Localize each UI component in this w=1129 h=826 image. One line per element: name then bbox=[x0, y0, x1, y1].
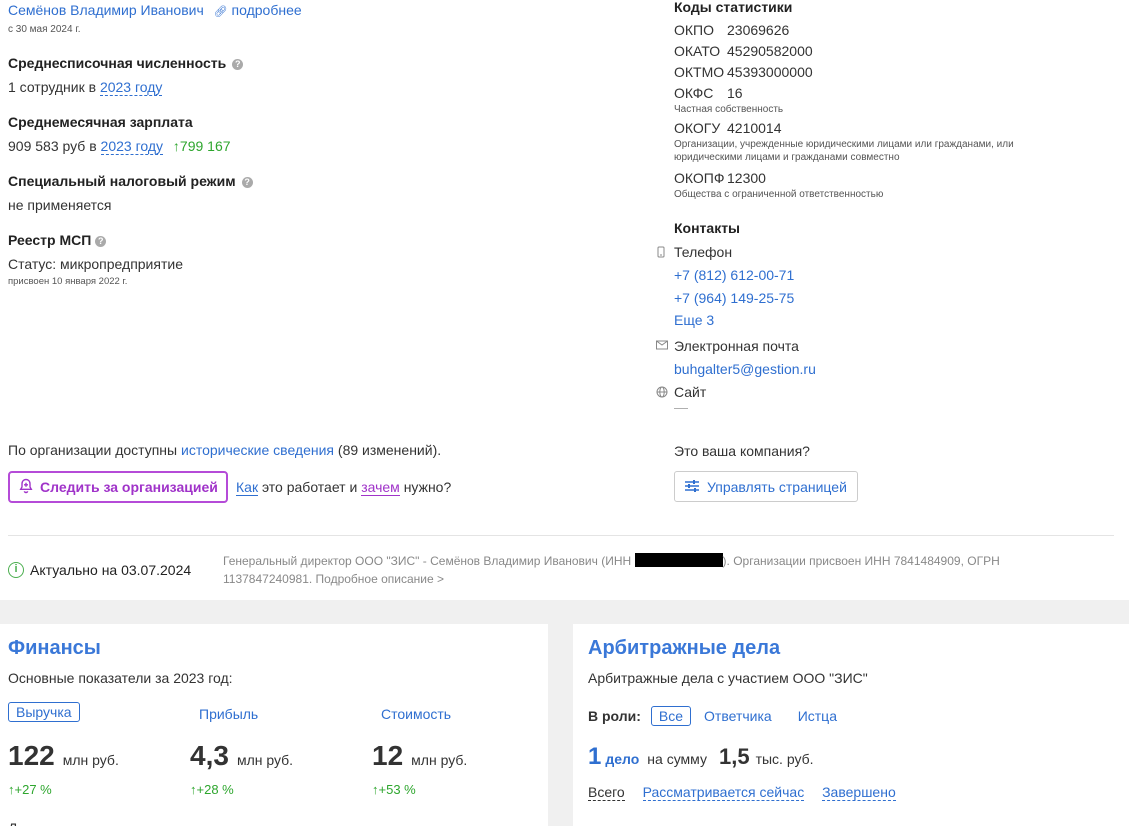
code-row-okato: ОКАТО 45290582000 bbox=[674, 42, 813, 59]
arbitration-card: Арбитражные дела Арбитражные дела с учас… bbox=[573, 624, 1129, 826]
tab-profit[interactable]: Прибыль bbox=[199, 706, 258, 722]
role-tab-all[interactable]: Все bbox=[650, 706, 692, 726]
director-more-label: подробнее bbox=[231, 2, 302, 18]
arbitration-title[interactable]: Арбитражные дела bbox=[588, 637, 780, 660]
tab-revenue[interactable]: Выручка bbox=[8, 702, 80, 722]
how-link[interactable]: Как bbox=[236, 479, 259, 496]
divider bbox=[8, 535, 1114, 536]
finance-title[interactable]: Финансы bbox=[8, 637, 101, 660]
metric-revenue-change: ↑+27 % bbox=[8, 782, 52, 797]
more-phones-link[interactable]: Еще 3 bbox=[674, 312, 714, 328]
salary-change: ↑799 167 bbox=[172, 138, 231, 154]
role-tab-defendant[interactable]: Ответчика bbox=[697, 707, 779, 725]
company-info-section: Семёнов Владимир Иванович 🔗︎ подробнее с… bbox=[0, 0, 1129, 600]
status-filter: Всего Рассматривается сейчас Завершено bbox=[588, 784, 896, 801]
follow-button[interactable]: Следить за организацией bbox=[8, 471, 228, 503]
msp-title: Реестр МСП bbox=[8, 232, 92, 248]
history-prefix: По организации доступны bbox=[8, 442, 178, 458]
role-filter: В роли: Все Ответчика Истца bbox=[588, 706, 844, 726]
director-since: с 30 мая 2024 г. bbox=[8, 24, 81, 35]
code-row-okfs: ОКФС 16 bbox=[674, 84, 743, 101]
metric-value: 12 млн руб. bbox=[372, 740, 468, 771]
metric-value-change: ↑+53 % bbox=[372, 782, 416, 797]
filter-completed[interactable]: Завершено bbox=[822, 784, 896, 801]
follow-button-label: Следить за организацией bbox=[40, 479, 218, 495]
cases-count[interactable]: 1 bbox=[588, 743, 601, 771]
okogu-desc: Организации, учрежденные юридическими ли… bbox=[674, 139, 1014, 163]
tax-title: Специальный налоговый режим bbox=[8, 173, 236, 189]
actual-date: i Актуально на 03.07.2024 bbox=[8, 562, 191, 578]
redacted-inn bbox=[634, 553, 723, 567]
roles-label: В роли: bbox=[588, 708, 641, 724]
arbitration-subtitle: Арбитражные дела с участием ООО "ЗИС" bbox=[588, 670, 868, 686]
filter-in-progress[interactable]: Рассматривается сейчас bbox=[642, 784, 805, 801]
code-row-okpo: ОКПО 23069626 bbox=[674, 21, 790, 38]
msp-assigned: присвоен 10 января 2022 г. bbox=[8, 276, 128, 287]
bell-plus-icon bbox=[18, 478, 34, 497]
cases-sum: 1,5 bbox=[718, 744, 750, 769]
history-link[interactable]: исторические сведения bbox=[181, 442, 334, 458]
okopf-desc: Общества с ограниченной ответственностью bbox=[674, 189, 884, 200]
metric-profit-change: ↑+28 % bbox=[190, 782, 234, 797]
phone-label: Телефон bbox=[674, 244, 733, 260]
history-suffix: (89 изменений). bbox=[337, 442, 442, 458]
email-link[interactable]: buhgalter5@gestion.ru bbox=[674, 361, 816, 377]
finance-cut-text: Д bbox=[8, 820, 17, 826]
director-more-link[interactable]: 🔗︎ подробнее bbox=[214, 2, 302, 18]
follow-end-text: нужно? bbox=[403, 479, 452, 495]
metric-revenue: 122 млн руб. bbox=[8, 740, 119, 771]
actual-date-label: Актуально на 03.07.2024 bbox=[30, 562, 192, 578]
cases-sum-label: на сумму bbox=[647, 751, 707, 767]
code-row-oktmo: ОКТМО 45393000000 bbox=[674, 63, 813, 80]
phone-link-2[interactable]: +7 (964) 149-25-75 bbox=[674, 290, 794, 306]
metric-profit: 4,3 млн руб. bbox=[190, 740, 294, 771]
site-value: — bbox=[674, 399, 688, 411]
stat-codes-title: Коды статистики bbox=[674, 0, 793, 15]
email-label: Электронная почта bbox=[674, 338, 799, 354]
okfs-desc: Частная собственность bbox=[674, 104, 784, 115]
finance-card: Финансы Основные показатели за 2023 год:… bbox=[0, 624, 548, 826]
help-icon[interactable]: ? bbox=[241, 177, 253, 188]
code-row-okopf: ОКОПФ 12300 bbox=[674, 169, 766, 186]
why-link[interactable]: зачем bbox=[361, 479, 400, 496]
headcount-value: 1 сотрудник в bbox=[8, 79, 97, 95]
headcount-year-link[interactable]: 2023 году bbox=[99, 79, 163, 96]
phone-icon bbox=[656, 246, 668, 258]
role-tab-plaintiff[interactable]: Истца bbox=[791, 707, 844, 725]
filter-all[interactable]: Всего bbox=[588, 784, 625, 801]
help-icon[interactable]: ? bbox=[95, 236, 107, 247]
manage-page-button[interactable]: Управлять страницей bbox=[674, 471, 858, 502]
globe-icon bbox=[656, 386, 668, 398]
salary-year-link[interactable]: 2023 году bbox=[100, 138, 164, 155]
follow-mid-text: это работает и bbox=[261, 479, 358, 495]
tax-value: не применяется bbox=[8, 197, 112, 213]
phone-link-1[interactable]: +7 (812) 612-00-71 bbox=[674, 267, 794, 283]
cases-count-unit[interactable]: дело bbox=[605, 751, 639, 767]
code-row-okogu: ОКОГУ 4210014 bbox=[674, 119, 782, 136]
info-icon: i bbox=[8, 562, 24, 578]
manage-page-label: Управлять страницей bbox=[707, 478, 847, 495]
company-description-note: Генеральный директор ООО "ЗИС" - Семёнов… bbox=[223, 553, 1000, 586]
msp-status: Статус: микропредприятие bbox=[8, 256, 183, 272]
mail-icon bbox=[656, 340, 668, 352]
help-icon[interactable]: ? bbox=[232, 59, 244, 70]
cases-summary: 1 дело на сумму 1,5 тыс. руб. bbox=[588, 743, 814, 771]
link-icon: 🔗︎ bbox=[213, 6, 228, 18]
salary-title: Среднемесячная зарплата bbox=[8, 114, 193, 130]
cases-sum-unit: тыс. руб. bbox=[755, 751, 814, 767]
tab-value[interactable]: Стоимость bbox=[381, 706, 451, 722]
headcount-title: Среднесписочная численность bbox=[8, 55, 227, 71]
director-name-link[interactable]: Семёнов Владимир Иванович bbox=[8, 2, 204, 18]
finance-subtitle: Основные показатели за 2023 год: bbox=[8, 670, 233, 686]
contacts-title: Контакты bbox=[674, 220, 741, 236]
salary-value: 909 583 руб в bbox=[8, 138, 97, 154]
site-label: Сайт bbox=[674, 384, 707, 400]
sliders-icon bbox=[685, 479, 699, 495]
company-owner-question: Это ваша компания? bbox=[674, 443, 810, 459]
